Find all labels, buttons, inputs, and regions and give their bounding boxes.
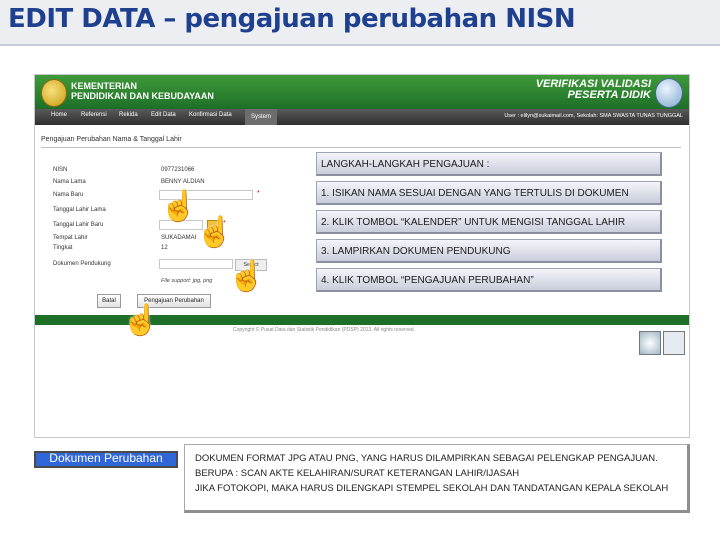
label-tanggal-lahir-baru: Tanggal Lahir Baru — [53, 222, 104, 228]
nav-konfirmasi-data[interactable]: Konfirmasi Data — [189, 112, 232, 118]
label-tingkat: Tingkat — [53, 245, 73, 251]
dokumen-desc-line-1: DOKUMEN FORMAT JPG ATAU PNG, YANG HARUS … — [195, 453, 658, 464]
app-title-line-2: PESERTA DIDIK — [567, 89, 651, 101]
nav-home[interactable]: Home — [51, 112, 67, 118]
app-title: VERIFIKASI VALIDASI PESERTA DIDIK — [536, 79, 651, 101]
app-banner: KEMENTERIAN PENDIDIKAN DAN KEBUDAYAAN VE… — [35, 75, 689, 109]
form-heading: Pengajuan Perubahan Nama & Tanggal Lahir — [41, 136, 182, 143]
form-divider — [41, 147, 681, 148]
hand-pointer-icon: ☝ — [122, 304, 160, 337]
label-tempat-lahir: Tempat Lahir — [53, 235, 88, 241]
hand-pointer-icon: ☝ — [196, 216, 234, 249]
nav-referensi[interactable]: Referensi — [81, 112, 107, 118]
label-dokumen-pendukung: Dokumen Pendukung — [53, 261, 111, 267]
ministry-name: KEMENTERIAN PENDIDIKAN DAN KEBUDAYAAN — [71, 81, 214, 101]
nav-bar: Home Referensi Rekida Edit Data Konfirma… — [35, 109, 689, 125]
label-tanggal-lahir-lama: Tanggal Lahir Lama — [53, 207, 106, 213]
step-1: 1. ISIKAN NAMA SESUAI DENGAN YANG TERTUL… — [316, 181, 662, 205]
globe-icon — [655, 78, 683, 108]
user-info: User : elilyn@sukaimail.com, Sekolah: SM… — [504, 113, 683, 119]
value-tingkat: 12 — [161, 245, 168, 251]
hand-pointer-icon: ☝ — [228, 260, 266, 293]
dokumen-file-input[interactable] — [159, 259, 233, 269]
dokumen-perubahan-label: Dokumen Perubahan — [34, 451, 178, 468]
step-2: 2. KLIK TOMBOL “KALENDER” UNTUK MENGISI … — [316, 210, 662, 234]
value-tempat-lahir: SUKADAMAI — [161, 235, 197, 241]
ministry-logo-icon — [41, 79, 67, 107]
required-mark: * — [257, 190, 260, 197]
nav-system[interactable]: System — [245, 109, 278, 125]
dokumen-description: DOKUMEN FORMAT JPG ATAU PNG, YANG HARUS … — [184, 444, 690, 513]
label-nama-lama: Nama Lama — [53, 179, 86, 185]
iso-badge-icon — [663, 331, 685, 355]
dokumen-desc-line-3: JIKA FOTOKOPI, MAKA HARUS DILENGKAPI STE… — [195, 483, 669, 494]
certification-badge-icon — [639, 331, 661, 355]
slide-title-bar: EDIT DATA – pengajuan perubahan NISN — [0, 0, 720, 46]
cancel-button[interactable]: Batal — [97, 294, 121, 308]
copyright-text: Copyright © Pusat Data dan Statistik Pen… — [233, 327, 416, 333]
ministry-line-1: KEMENTERIAN — [71, 81, 138, 91]
step-4: 4. KLIK TOMBOL “PENGAJUAN PERUBAHAN” — [316, 268, 662, 292]
ministry-line-2: PENDIDIKAN DAN KEBUDAYAAN — [71, 91, 214, 101]
value-nisn: 0977231066 — [161, 167, 195, 173]
nav-rekida[interactable]: Rekida — [119, 112, 138, 118]
value-nama-lama: BENNY ALDIAN — [161, 179, 205, 185]
slide-title: EDIT DATA – pengajuan perubahan NISN — [8, 4, 576, 34]
label-nisn: NISN — [53, 167, 68, 173]
nav-edit-data[interactable]: Edit Data — [151, 112, 176, 118]
step-3: 3. LAMPIRKAN DOKUMEN PENDUKUNG — [316, 239, 662, 263]
file-support-note: File support: jpg, png — [161, 278, 213, 284]
dokumen-desc-line-2: BERUPA : SCAN AKTE KELAHIRAN/SURAT KETER… — [195, 468, 520, 479]
label-nama-baru: Nama Baru — [53, 192, 84, 198]
steps-heading: LANGKAH-LANGKAH PENGAJUAN : — [316, 152, 662, 176]
hand-pointer-icon: ☝ — [160, 190, 198, 223]
